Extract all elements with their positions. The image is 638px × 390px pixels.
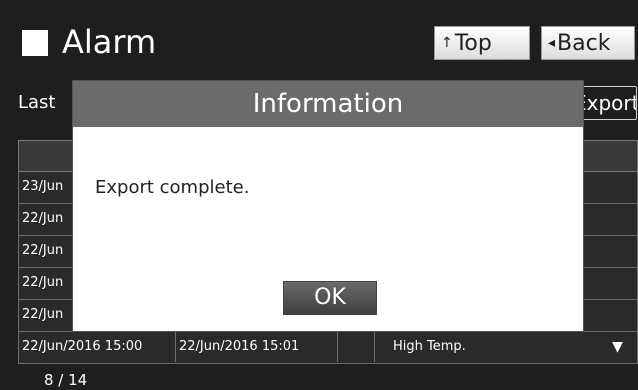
alarm-title-icon (22, 30, 48, 56)
row-marker-icon (595, 236, 637, 266)
back-button[interactable]: ◂Back (541, 26, 635, 60)
arrow-left-icon: ◂ (548, 35, 556, 51)
row-marker-icon (595, 172, 637, 202)
cell-flag (338, 332, 375, 362)
last-label: Last (18, 92, 56, 113)
dialog-message: Export complete. (95, 177, 250, 198)
ok-button[interactable]: OK (283, 281, 377, 315)
arrow-up-icon: ↑ (441, 35, 453, 51)
cell-alarm-name: High Temp. (393, 339, 466, 354)
table-row[interactable]: 22/Jun/2016 15:00 22/Jun/2016 15:01 High… (18, 332, 638, 364)
top-button[interactable]: ↑Top (434, 26, 530, 60)
triangle-down-icon: ▼ (612, 339, 623, 355)
row-marker-icon (595, 268, 637, 298)
cell-start-time: 22/Jun/2016 15:00 (19, 332, 176, 362)
page-indicator: 8 / 14 (44, 371, 88, 389)
back-button-label: Back (557, 31, 611, 56)
row-marker-icon (595, 300, 637, 330)
page-title: Alarm (62, 23, 157, 61)
dialog-title: Information (73, 81, 583, 127)
information-dialog: Information Export complete. OK (72, 80, 584, 332)
top-button-label: Top (454, 31, 492, 56)
row-marker-icon (595, 204, 637, 234)
cell-end-time: 22/Jun/2016 15:01 (176, 332, 338, 362)
